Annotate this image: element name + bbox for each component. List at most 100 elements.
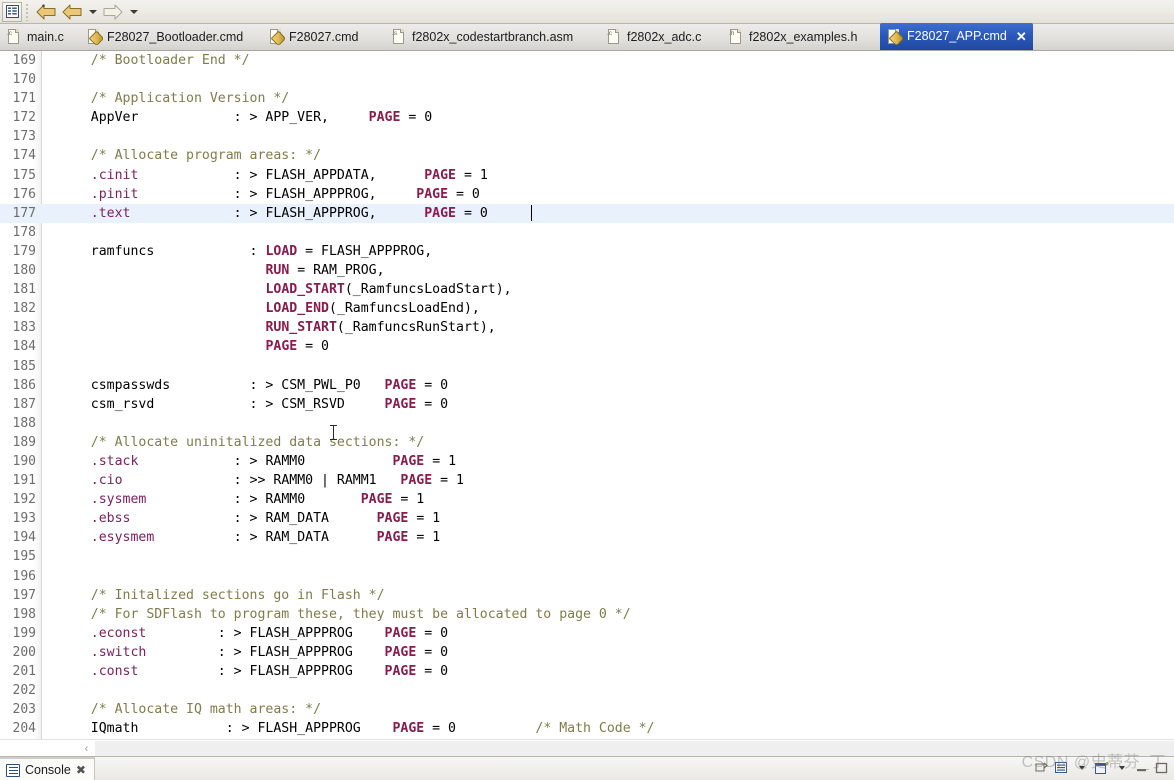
code-line[interactable]: 178 xyxy=(0,223,1174,242)
code-line[interactable]: 179 ramfuncs : LOAD = FLASH_APPPROG, xyxy=(0,242,1174,261)
code-line-text: RUN_START(_RamfuncsRunStart), xyxy=(59,318,495,337)
code-line[interactable]: 197 /* Initalized sections go in Flash *… xyxy=(0,586,1174,605)
code-line-text: /* Allocate uninitalized data sections: … xyxy=(59,433,424,452)
line-number: 178 xyxy=(12,224,36,240)
code-token: = 0 xyxy=(297,339,329,355)
code-line[interactable]: 187 csm_rsvd : > CSM_RSVD PAGE = 0 xyxy=(0,395,1174,414)
code-line[interactable]: 181 LOAD_START(_RamfuncsLoadStart), xyxy=(0,280,1174,299)
code-token: PAGE xyxy=(384,625,417,641)
code-line[interactable]: 190 .stack : > RAMM0 PAGE = 1 xyxy=(0,452,1174,471)
code-line[interactable]: 171 /* Application Version */ xyxy=(0,89,1174,108)
code-line[interactable]: 204 IQmath : > FLASH_APPPROG PAGE = 0 /*… xyxy=(0,719,1174,738)
cmd-file-icon xyxy=(87,29,105,47)
code-token: (_RamfuncsLoadStart), xyxy=(344,282,512,298)
line-number: 200 xyxy=(12,644,36,660)
code-line[interactable]: 176 .pinit : > FLASH_APPPROG, PAGE = 0 xyxy=(0,185,1174,204)
editor-tab-label: F28027_APP.cmd xyxy=(907,29,1007,44)
code-line[interactable]: 194 .esysmem : > RAM_DATA PAGE = 1 xyxy=(0,528,1174,547)
code-token: = 0 xyxy=(456,205,488,221)
code-line[interactable]: 203 /* Allocate IQ math areas: */ xyxy=(0,700,1174,719)
code-token: /* Allocate uninitalized data sections: … xyxy=(59,434,425,450)
display-selected-console-dropdown[interactable] xyxy=(1073,759,1090,777)
chevron-down-icon-2[interactable] xyxy=(126,1,141,23)
code-line[interactable]: 169 /* Bootloader End */ xyxy=(0,51,1174,70)
code-line[interactable]: 184 PAGE = 0 xyxy=(0,337,1174,356)
code-line[interactable]: 177 .text : > FLASH_APPPROG, PAGE = 0 xyxy=(0,203,1174,223)
chevron-down-icon[interactable] xyxy=(85,1,100,23)
editor-tab-0[interactable]: .c main.c xyxy=(0,24,75,50)
terminate-button[interactable] xyxy=(1033,759,1050,777)
line-number: 170 xyxy=(12,72,36,88)
editor-tab-6[interactable]: F28027_APP.cmd ✕ xyxy=(880,23,1033,50)
code-token: .ebss xyxy=(90,511,131,527)
code-line[interactable]: 199 .econst : > FLASH_APPPROG PAGE = 0 xyxy=(0,624,1174,643)
horizontal-scrollbar-track[interactable] xyxy=(95,741,1174,756)
code-line[interactable]: 200 .switch : > FLASH_APPPROG PAGE = 0 xyxy=(0,643,1174,662)
scroll-left-arrow-icon[interactable]: ‹ xyxy=(78,740,95,757)
line-number: 175 xyxy=(12,167,36,183)
code-token: : > RAM_DATA xyxy=(154,530,377,546)
code-line[interactable]: 202 xyxy=(0,681,1174,700)
line-number: 186 xyxy=(12,377,36,393)
code-token: : > RAMM0 xyxy=(146,492,361,508)
editor-tab-label: F28027.cmd xyxy=(289,29,359,44)
code-token: PAGE xyxy=(384,396,417,412)
code-token: RUN_START xyxy=(265,320,337,336)
code-token: /* For SDFlash to program these, they mu… xyxy=(59,606,631,622)
tab-close-icon[interactable]: ✕ xyxy=(1016,30,1027,43)
back-arrow-icon[interactable] xyxy=(33,1,59,23)
editor-tab-5[interactable]: .h f2802x_examples.h xyxy=(722,24,868,50)
line-number: 188 xyxy=(12,415,36,431)
code-token: PAGE xyxy=(424,167,456,183)
code-token: .cio xyxy=(90,473,123,489)
code-line[interactable]: 198 /* For SDFlash to program these, the… xyxy=(0,605,1174,624)
code-line[interactable]: 196 xyxy=(0,567,1174,586)
back-arrow-plain-icon[interactable] xyxy=(59,1,85,23)
minimize-button[interactable] xyxy=(1133,759,1150,777)
list-view-icon[interactable] xyxy=(2,1,22,22)
code-line[interactable]: 193 .ebss : > RAM_DATA PAGE = 1 xyxy=(0,509,1174,528)
editor-tab-3[interactable]: .s f2802x_codestartbranch.asm xyxy=(385,24,584,50)
editor-tab-2[interactable]: F28027.cmd xyxy=(262,24,369,50)
code-line[interactable]: 173 xyxy=(0,127,1174,146)
open-console-dropdown[interactable] xyxy=(1113,759,1130,777)
editor-tab-label: f2802x_examples.h xyxy=(749,29,858,44)
code-line[interactable]: 195 xyxy=(0,547,1174,566)
code-line-text: /* Allocate IQ math areas: */ xyxy=(59,700,321,719)
code-line[interactable]: 174 /* Allocate program areas: */ xyxy=(0,146,1174,165)
code-token: .switch xyxy=(90,644,147,660)
code-editor[interactable]: 169 /* Bootloader End */ 170 171 /* Applic… xyxy=(0,51,1174,739)
editor-tab-1[interactable]: F28027_Bootloader.cmd xyxy=(80,24,254,50)
code-token: : > FLASH_APPPROG, xyxy=(130,205,425,221)
code-line[interactable]: 183 RUN_START(_RamfuncsRunStart), xyxy=(0,318,1174,337)
code-token: : > FLASH_APPPROG xyxy=(146,625,385,641)
code-token: = 0 xyxy=(424,721,456,737)
code-line[interactable]: 175 .cinit : > FLASH_APPDATA, PAGE = 1 xyxy=(0,166,1174,185)
forward-arrow-icon[interactable] xyxy=(100,1,126,23)
close-icon[interactable]: ✖ xyxy=(76,764,86,776)
code-line[interactable]: 201 .const : > FLASH_APPPROG PAGE = 0 xyxy=(0,662,1174,681)
horizontal-scrollbar[interactable]: ‹ xyxy=(0,739,1174,756)
code-line[interactable]: 189 /* Allocate uninitalized data sectio… xyxy=(0,433,1174,452)
code-line[interactable]: 170 xyxy=(0,70,1174,89)
code-line[interactable]: 180 RUN = RAM_PROG, xyxy=(0,261,1174,280)
code-line[interactable]: 192 .sysmem : > RAMM0 PAGE = 1 xyxy=(0,490,1174,509)
code-line-text: csmpasswds : > CSM_PWL_P0 PAGE = 0 xyxy=(59,376,448,395)
tab-console[interactable]: Console ✖ xyxy=(0,757,95,780)
maximize-button[interactable] xyxy=(1153,759,1170,777)
editor-tab-4[interactable]: .c f2802x_adc.c xyxy=(600,24,712,50)
code-line[interactable]: 185 xyxy=(0,357,1174,376)
code-line[interactable]: 186 csmpasswds : > CSM_PWL_P0 PAGE = 0 xyxy=(0,376,1174,395)
code-line[interactable]: 188 xyxy=(0,414,1174,433)
open-console-button[interactable] xyxy=(1093,759,1110,777)
code-token: = 0 xyxy=(416,644,449,660)
code-line[interactable]: 172 AppVer : > APP_VER, PAGE = 0 xyxy=(0,108,1174,127)
code-line[interactable]: 182 LOAD_END(_RamfuncsLoadEnd), xyxy=(0,299,1174,318)
display-selected-console-button[interactable] xyxy=(1053,759,1070,777)
line-number: 198 xyxy=(12,606,36,622)
code-line[interactable]: 191 .cio : >> RAMM0 | RAMM1 PAGE = 1 xyxy=(0,471,1174,490)
